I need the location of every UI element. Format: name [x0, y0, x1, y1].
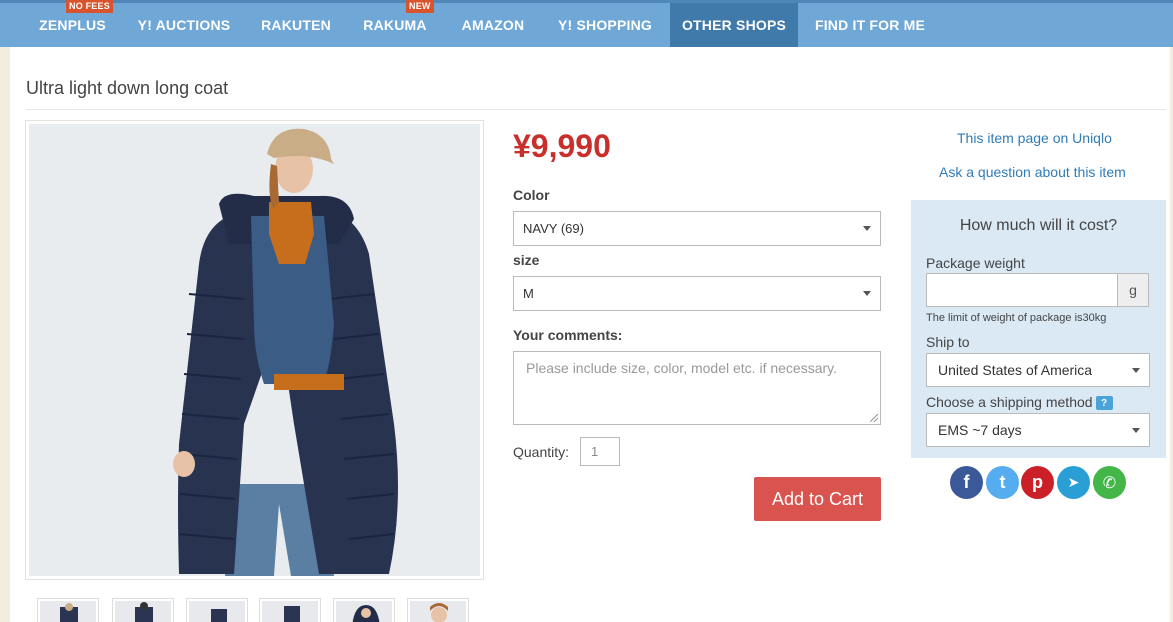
package-weight-label: Package weight	[926, 255, 1025, 271]
nav-item-label: OTHER SHOPS	[681, 17, 787, 33]
thumbnail-3[interactable]	[186, 598, 248, 622]
size-select-value: M	[523, 286, 534, 301]
thumbnail-6[interactable]	[407, 598, 469, 622]
product-title: Ultra light down long coat	[26, 78, 229, 98]
telegram-glyph: ➤	[1067, 474, 1080, 490]
nav-item-y-shopping[interactable]: Y! SHOPPING	[542, 3, 668, 47]
facebook-icon[interactable]: f	[950, 466, 983, 499]
quantity-label: Quantity:	[513, 444, 570, 460]
shipping-method-select[interactable]: EMS ~7 days	[926, 413, 1150, 447]
pinterest-glyph: p	[1032, 472, 1043, 492]
product-image	[29, 124, 480, 576]
help-icon[interactable]: ?	[1095, 396, 1113, 411]
color-select-value: NAVY (69)	[523, 221, 584, 236]
shipping-method-value: EMS ~7 days	[938, 422, 1022, 438]
product-image-frame[interactable]	[25, 120, 484, 580]
thumbnail-5[interactable]	[333, 598, 395, 622]
twitter-glyph: t	[999, 472, 1006, 492]
caret-down-icon	[863, 226, 871, 231]
ship-to-select[interactable]: United States of America	[926, 353, 1150, 387]
nav-item-label: ZENPLUS	[39, 17, 106, 33]
nav-item-amazon[interactable]: AMAZON	[445, 3, 541, 47]
nav-badge-new: NEW	[406, 0, 434, 13]
pinterest-icon[interactable]: p	[1021, 466, 1054, 499]
product-price: ¥9,990	[513, 128, 611, 164]
nav-item-label: RAKUTEN	[261, 17, 331, 33]
nav-item-label: RAKUMA	[363, 17, 427, 33]
ship-to-label: Ship to	[926, 334, 970, 350]
title-divider	[26, 109, 1166, 110]
caret-down-icon	[1132, 368, 1140, 373]
quantity-input[interactable]: 1	[580, 437, 620, 466]
nav-item-rakuten[interactable]: RAKUTEN	[247, 3, 345, 47]
facebook-glyph: f	[963, 472, 970, 492]
coat-model-illustration	[29, 124, 480, 576]
whatsapp-glyph: ✆	[1102, 474, 1117, 492]
nav-item-zenplus[interactable]: NO FEES ZENPLUS	[24, 0, 121, 47]
nav-item-label: AMAZON	[461, 17, 525, 33]
size-label: size	[513, 252, 540, 268]
nav-item-label: Y! AUCTIONS	[137, 17, 231, 33]
thumbnail-1[interactable]	[37, 598, 99, 622]
telegram-icon[interactable]: ➤	[1057, 466, 1090, 499]
resize-grip-icon[interactable]	[870, 414, 878, 422]
comments-textarea[interactable]: Please include size, color, model etc. i…	[513, 351, 881, 425]
nav-item-label: FIND IT FOR ME	[814, 17, 926, 33]
nav-item-y-auctions[interactable]: Y! AUCTIONS	[122, 3, 246, 47]
shipping-method-label: Choose a shipping method	[926, 394, 1093, 410]
cost-calculator-panel: How much will it cost? Package weight g …	[911, 200, 1166, 458]
cost-panel-title: How much will it cost?	[959, 217, 1118, 234]
nav-item-label: Y! SHOPPING	[558, 17, 652, 33]
shipping-method-label-row: Choose a shipping method?	[926, 394, 1113, 411]
add-to-cart-button[interactable]: Add to Cart	[754, 477, 881, 521]
top-navigation: NO FEES ZENPLUS Y! AUCTIONS RAKUTEN NEW …	[0, 0, 1173, 47]
item-page-link[interactable]: This item page on Uniqlo	[957, 130, 1112, 146]
caret-down-icon	[863, 291, 871, 296]
ship-to-value: United States of America	[938, 362, 1093, 378]
comments-label: Your comments:	[513, 327, 623, 343]
nav-item-rakuma[interactable]: NEW RAKUMA	[346, 0, 444, 47]
comments-placeholder: Please include size, color, model etc. i…	[526, 360, 838, 376]
page-left-edge	[0, 47, 10, 622]
nav-item-find-it-for-me[interactable]: FIND IT FOR ME	[800, 3, 940, 47]
ask-question-link[interactable]: Ask a question about this item	[939, 164, 1126, 180]
thumbnail-4[interactable]	[259, 598, 321, 622]
size-select[interactable]: M	[513, 276, 881, 311]
color-select[interactable]: NAVY (69)	[513, 211, 881, 246]
nav-item-other-shops[interactable]: OTHER SHOPS	[670, 3, 798, 47]
weight-unit-addon: g	[1117, 273, 1149, 307]
caret-down-icon	[1132, 428, 1140, 433]
package-weight-input[interactable]	[926, 273, 1118, 307]
thumbnail-2[interactable]	[112, 598, 174, 622]
weight-limit-note: The limit of weight of package is30kg	[926, 312, 1107, 324]
twitter-icon[interactable]: t	[986, 466, 1019, 499]
color-label: Color	[513, 187, 550, 203]
whatsapp-icon[interactable]: ✆	[1093, 466, 1126, 499]
nav-badge-no-fees: NO FEES	[66, 0, 113, 13]
